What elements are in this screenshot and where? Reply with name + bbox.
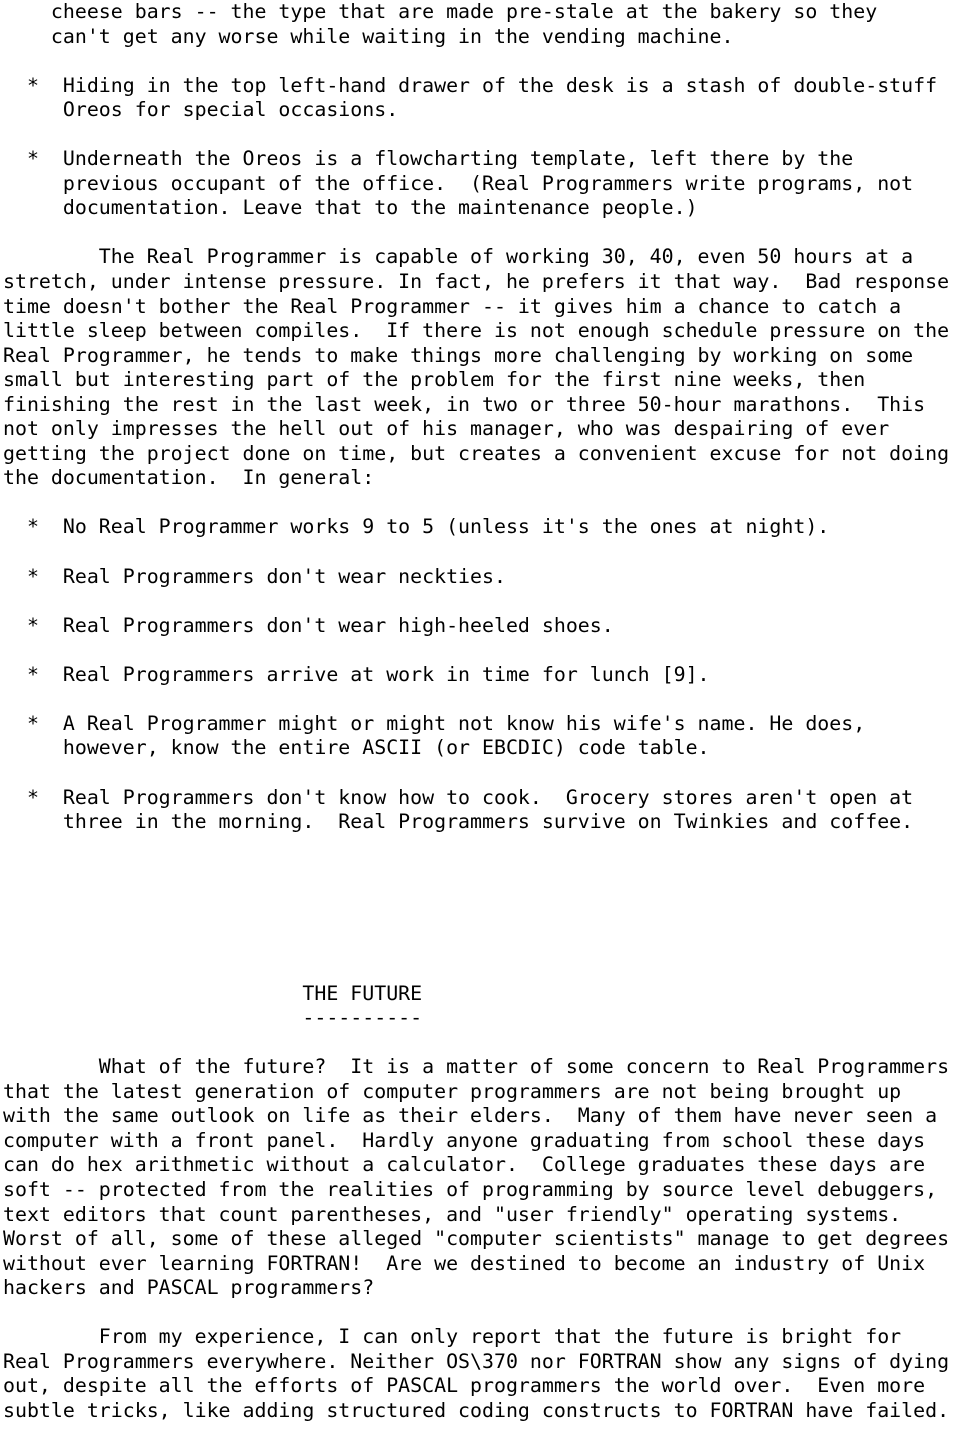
text-line: little sleep between compiles. If there … — [3, 319, 950, 343]
list-item: * Real Programmers arrive at work in tim… — [3, 663, 960, 688]
text-line: Real Programmer, he tends to make things… — [3, 343, 914, 367]
text-line: * Real Programmers don't wear neckties. — [3, 564, 506, 588]
list-item: * Real Programmers don't wear neckties. — [3, 565, 960, 590]
document-text-body: cheese bars -- the type that are made pr… — [3, 0, 960, 1423]
text-line: can do hex arithmetic without a calculat… — [3, 1153, 926, 1177]
list-item: * Real Programmers don't know how to coo… — [3, 786, 960, 835]
text-line: three in the morning. Real Programmers s… — [3, 810, 914, 834]
text-line: soft -- protected from the realities of … — [3, 1177, 938, 1201]
text-line: previous occupant of the office. (Real P… — [3, 171, 914, 195]
text-line: with the same outlook on life as their e… — [3, 1104, 938, 1128]
text-line: What of the future? It is a matter of so… — [3, 1055, 950, 1079]
text-line: * Real Programmers don't wear high-heele… — [3, 613, 614, 637]
text-line: without ever learning FORTRAN! Are we de… — [3, 1251, 926, 1275]
text-line: Worst of all, some of these alleged "com… — [3, 1227, 950, 1251]
text-line: cheese bars -- the type that are made pr… — [3, 0, 878, 23]
text-line: documentation. Leave that to the mainten… — [3, 196, 698, 220]
text-line: * Hiding in the top left-hand drawer of … — [3, 73, 938, 97]
text-line: finishing the rest in the last week, in … — [3, 392, 926, 416]
paragraph: From my experience, I can only report th… — [3, 1325, 960, 1423]
list-item: * Hiding in the top left-hand drawer of … — [3, 74, 960, 123]
list-item: * Underneath the Oreos is a flowcharting… — [3, 147, 960, 221]
text-line: getting the project done on time, but cr… — [3, 441, 950, 465]
text-line: * Real Programmers don't know how to coo… — [3, 785, 914, 809]
paragraph: The Real Programmer is capable of workin… — [3, 245, 960, 490]
text-line: out, despite all the efforts of PASCAL p… — [3, 1374, 926, 1398]
text-line: hackers and PASCAL programmers? — [3, 1276, 375, 1300]
text-line: Oreos for special occasions. — [3, 98, 399, 122]
text-line: THE FUTURE — [3, 981, 423, 1005]
section-gap — [3, 835, 960, 982]
text-line: the documentation. In general: — [3, 466, 375, 490]
paragraph: What of the future? It is a matter of so… — [3, 1055, 960, 1300]
text-line: not only impresses the hell out of his m… — [3, 417, 890, 441]
text-line: * Real Programmers arrive at work in tim… — [3, 662, 710, 686]
text-line: * A Real Programmer might or might not k… — [3, 711, 866, 735]
document-page: cheese bars -- the type that are made pr… — [0, 0, 960, 1455]
text-line: that the latest generation of computer p… — [3, 1079, 902, 1103]
text-line: small but interesting part of the proble… — [3, 368, 866, 392]
text-line: subtle tricks, like adding structured co… — [3, 1398, 950, 1422]
text-line: time doesn't bother the Real Programmer … — [3, 294, 902, 318]
list-item: cheese bars -- the type that are made pr… — [3, 0, 960, 49]
list-item: * A Real Programmer might or might not k… — [3, 712, 960, 761]
section-heading: THE FUTURE ---------- — [3, 982, 960, 1031]
text-line: however, know the entire ASCII (or EBCDI… — [3, 736, 710, 760]
text-line: * No Real Programmer works 9 to 5 (unles… — [3, 515, 830, 539]
list-item: * Real Programmers don't wear high-heele… — [3, 614, 960, 639]
text-line: can't get any worse while waiting in the… — [3, 24, 734, 48]
text-line: * Underneath the Oreos is a flowcharting… — [3, 147, 854, 171]
text-line: computer with a front panel. Hardly anyo… — [3, 1128, 926, 1152]
text-line: Real Programmers everywhere. Neither OS\… — [3, 1349, 950, 1373]
text-line: The Real Programmer is capable of workin… — [3, 245, 914, 269]
text-line: text editors that count parentheses, and… — [3, 1202, 902, 1226]
text-line: ---------- — [3, 1006, 423, 1030]
list-item: * No Real Programmer works 9 to 5 (unles… — [3, 515, 960, 540]
text-line: stretch, under intense pressure. In fact… — [3, 270, 950, 294]
text-line: From my experience, I can only report th… — [3, 1325, 902, 1349]
